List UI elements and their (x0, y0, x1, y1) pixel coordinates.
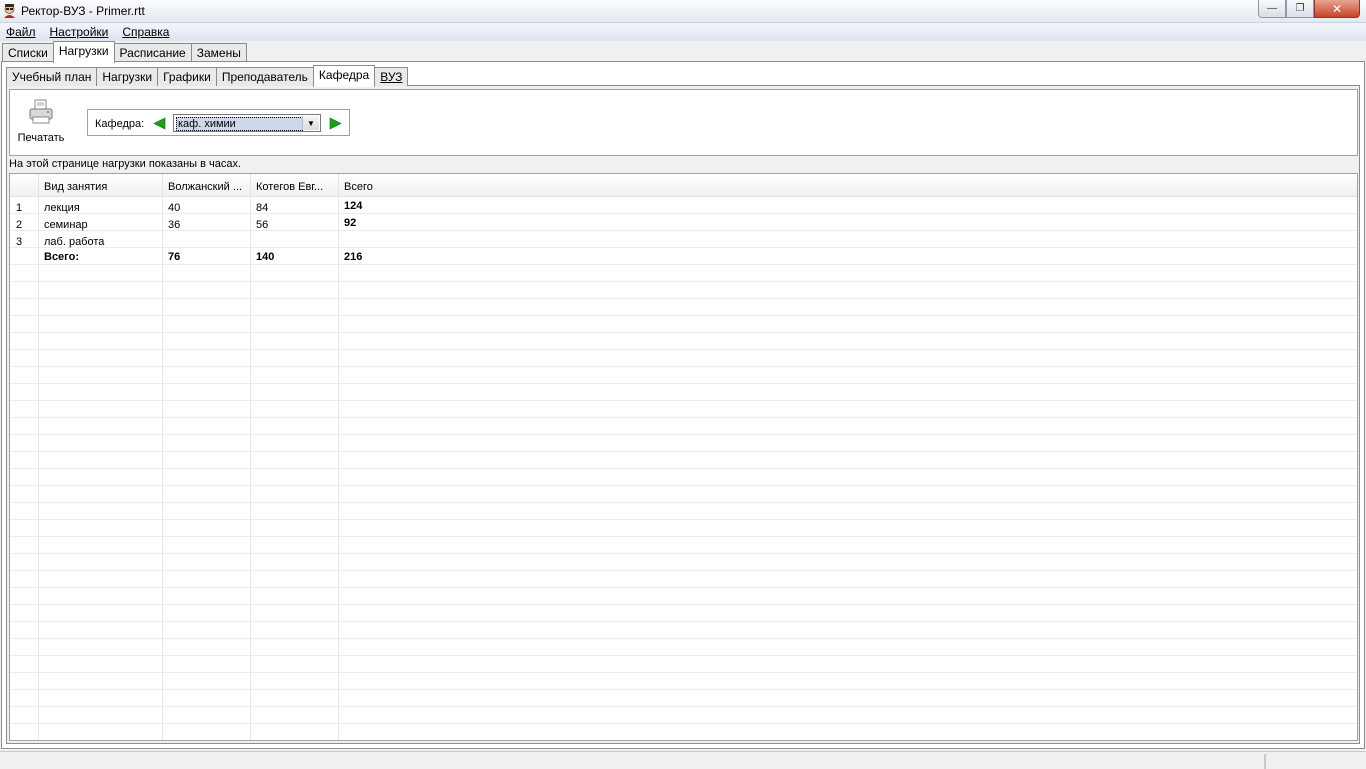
next-department-arrow-icon[interactable] (329, 117, 342, 130)
grid-row-divider (10, 230, 1357, 231)
grid-row-divider (10, 672, 1357, 673)
cell-teacher-2[interactable]: 56 (256, 219, 268, 231)
grid-row-divider (10, 621, 1357, 622)
department-dropdown-value: каф. химии (176, 117, 303, 131)
grid-row-divider (10, 638, 1357, 639)
tab-loads[interactable]: Нагрузки (52, 41, 115, 63)
close-button[interactable]: ✕ (1314, 0, 1360, 18)
previous-department-arrow-icon[interactable] (153, 117, 166, 130)
title-bar: Ректор-ВУЗ - Primer.rtt — ❐ ✕ (0, 0, 1366, 23)
grid-row-divider (10, 451, 1357, 452)
grid-row-divider (10, 281, 1357, 282)
menu-settings[interactable]: Настройки (43, 25, 116, 39)
cell-teacher-2[interactable]: 84 (256, 202, 268, 214)
restore-icon: ❐ (1295, 3, 1305, 14)
grid-row-divider (10, 587, 1357, 588)
cell-activity-type[interactable]: семинар (44, 219, 88, 231)
grid-row-divider (10, 536, 1357, 537)
tab-charts[interactable]: Графики (157, 67, 217, 86)
printer-icon (29, 99, 53, 124)
grand-total: 216 (344, 251, 363, 263)
grid-row-divider (10, 502, 1357, 503)
grid-row-divider (10, 570, 1357, 571)
grid-row-divider (10, 689, 1357, 690)
cell-activity-type[interactable]: лаб. работа (44, 236, 104, 248)
menu-bar: Файл Настройки Справка (0, 23, 1366, 41)
grid-row-divider (10, 706, 1357, 707)
header-total[interactable]: Всего (344, 181, 373, 193)
main-tabs: Списки Нагрузки Расписание Замены (2, 41, 247, 63)
total-teacher-2: 140 (256, 251, 275, 263)
grid-row-divider (10, 485, 1357, 486)
tab-loads-sub[interactable]: Нагрузки (96, 67, 159, 86)
info-text: На этой странице нагрузки показаны в час… (9, 158, 242, 170)
header-teacher-1[interactable]: Волжанский ... (168, 181, 242, 193)
grid-row-divider (10, 315, 1357, 316)
grid-row-divider (10, 366, 1357, 367)
loads-grid[interactable]: Вид занятия Волжанский ... Котегов Евг..… (9, 173, 1358, 741)
minimize-button[interactable]: — (1258, 0, 1286, 18)
grid-row-divider (10, 519, 1357, 520)
status-divider (1264, 754, 1266, 769)
grid-row-divider (10, 213, 1357, 214)
grid-row-divider (10, 434, 1357, 435)
grid-row-divider (10, 655, 1357, 656)
tab-lists[interactable]: Списки (2, 43, 54, 62)
window-title: Ректор-ВУЗ - Primer.rtt (21, 4, 145, 18)
grid-row-divider (10, 553, 1357, 554)
menu-file[interactable]: Файл (0, 25, 43, 39)
minimize-icon: — (1267, 3, 1277, 14)
chevron-down-icon[interactable]: ▼ (302, 116, 319, 130)
grid-row-divider (10, 383, 1357, 384)
header-activity-type[interactable]: Вид занятия (44, 181, 107, 193)
grid-row-divider (10, 400, 1357, 401)
department-dropdown[interactable]: каф. химии ▼ (173, 114, 321, 132)
print-label: Печатать (17, 132, 65, 144)
cell-total: 92 (344, 217, 357, 229)
print-button[interactable]: Печатать (14, 99, 68, 147)
sub-tabs: Учебный план Нагрузки Графики Преподават… (6, 65, 409, 87)
maximize-button[interactable]: ❐ (1286, 0, 1314, 18)
grid-row-divider (10, 264, 1357, 265)
header-teacher-2[interactable]: Котегов Евг... (256, 181, 323, 193)
row-number: 3 (16, 236, 23, 248)
grid-row-divider (10, 349, 1357, 350)
app-icon (4, 4, 15, 18)
cell-teacher-1[interactable]: 36 (168, 219, 180, 231)
menu-help[interactable]: Справка (115, 25, 176, 39)
grid-row-divider (10, 468, 1357, 469)
row-number: 1 (16, 202, 23, 214)
tab-teacher[interactable]: Преподаватель (215, 67, 314, 86)
total-teacher-1: 76 (168, 251, 181, 263)
tab-university[interactable]: ВУЗ (374, 67, 409, 86)
grid-row-divider (10, 604, 1357, 605)
grid-row-divider (10, 723, 1357, 724)
cell-teacher-1[interactable]: 40 (168, 202, 180, 214)
grid-row-divider (10, 247, 1357, 248)
grid-row-divider (10, 417, 1357, 418)
department-label: Кафедра: (95, 118, 145, 130)
grid-row-divider (10, 332, 1357, 333)
grid-row-divider (10, 298, 1357, 299)
close-icon: ✕ (1331, 1, 1343, 16)
totals-label: Всего: (44, 251, 79, 263)
tab-schedule[interactable]: Расписание (113, 43, 192, 62)
tab-replacements[interactable]: Замены (190, 43, 247, 62)
tab-curriculum[interactable]: Учебный план (6, 67, 98, 86)
cell-activity-type[interactable]: лекция (44, 202, 80, 214)
row-number: 2 (16, 219, 23, 231)
cell-total: 124 (344, 200, 363, 212)
tab-department[interactable]: Кафедра (312, 65, 376, 87)
status-bar (0, 751, 1366, 769)
